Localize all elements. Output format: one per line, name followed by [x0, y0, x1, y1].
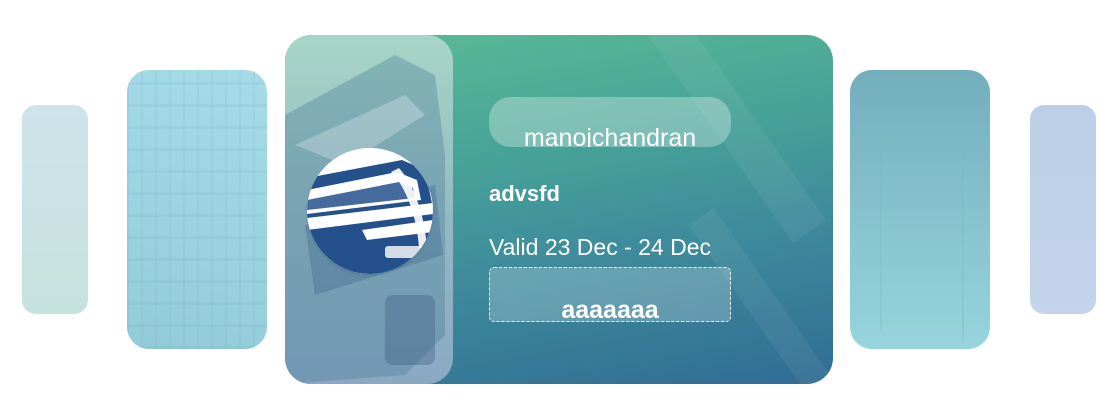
coupon-card-active[interactable]: manojchandran advsfd Valid 23 Dec - 24 D… [285, 35, 833, 384]
coupon-card-far-left[interactable] [22, 105, 88, 314]
bus-icon [307, 148, 433, 274]
coupon-card-right[interactable] [850, 70, 990, 349]
coupon-card-far-right[interactable] [1030, 105, 1096, 314]
bus-logo-avatar [307, 148, 433, 274]
palm-decoration [880, 130, 882, 330]
coupon-validity: Valid 23 Dec - 24 Dec [489, 234, 712, 260]
coupon-image-panel [285, 35, 453, 384]
coupon-card-left[interactable] [127, 70, 267, 349]
coupon-carousel: manojchandran advsfd Valid 23 Dec - 24 D… [0, 0, 1118, 420]
palm-decoration [962, 120, 964, 340]
coupon-code-box[interactable]: aaaaaaa [489, 267, 731, 322]
username-pill: manojchandran [489, 97, 731, 147]
card-pattern [127, 70, 267, 349]
coupon-title: advsfd [489, 181, 560, 206]
